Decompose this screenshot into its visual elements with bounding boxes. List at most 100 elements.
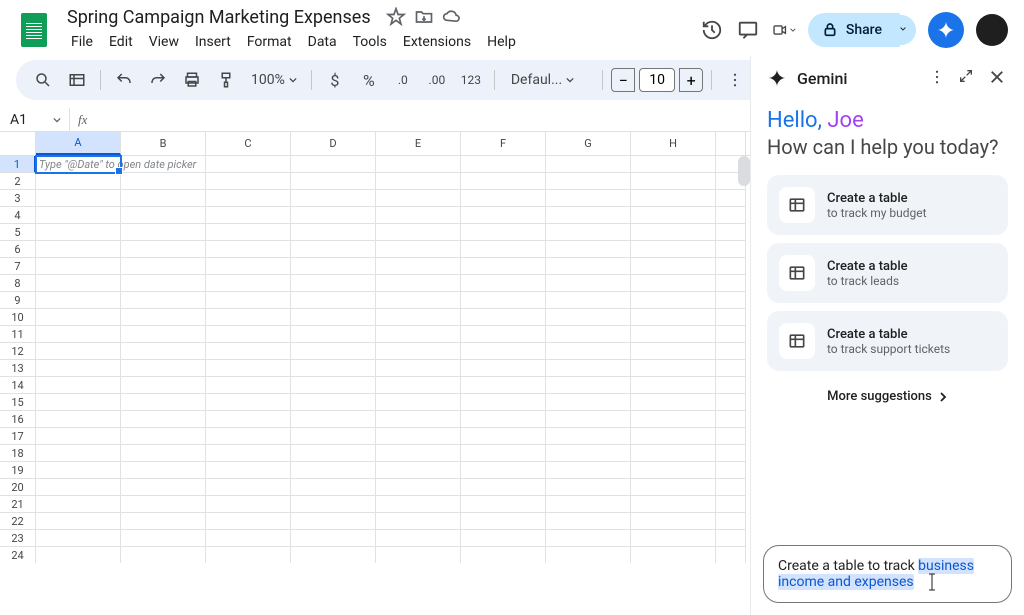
cell[interactable] (461, 326, 546, 343)
share-dropdown[interactable] (890, 15, 916, 45)
row-header[interactable]: 15 (0, 394, 36, 411)
cell[interactable]: Type "@Date" to open date picker (36, 156, 121, 173)
col-header[interactable]: A (36, 132, 121, 155)
cell[interactable] (121, 326, 206, 343)
cell[interactable] (291, 309, 376, 326)
cell[interactable] (716, 496, 746, 513)
col-header[interactable]: G (546, 132, 631, 155)
gemini-more-icon[interactable] (928, 68, 948, 88)
cell[interactable] (461, 207, 546, 224)
cell[interactable] (291, 530, 376, 547)
cell[interactable] (631, 156, 716, 173)
cell[interactable] (36, 513, 121, 530)
cell[interactable] (206, 292, 291, 309)
cell[interactable] (716, 445, 746, 462)
cell[interactable] (376, 241, 461, 258)
menu-view[interactable]: View (142, 30, 186, 54)
cell[interactable] (461, 241, 546, 258)
cell[interactable] (291, 292, 376, 309)
cell[interactable] (716, 207, 746, 224)
cell[interactable] (36, 530, 121, 547)
cell[interactable] (291, 241, 376, 258)
row-header[interactable]: 20 (0, 479, 36, 496)
cell[interactable] (376, 530, 461, 547)
cell[interactable] (121, 377, 206, 394)
cell[interactable] (376, 377, 461, 394)
cell[interactable] (631, 190, 716, 207)
cell[interactable] (121, 513, 206, 530)
font-size-input[interactable] (639, 68, 675, 92)
search-menus-icon[interactable] (28, 65, 58, 95)
cell[interactable] (206, 428, 291, 445)
cell[interactable] (546, 292, 631, 309)
col-header[interactable]: H (631, 132, 716, 155)
cell[interactable] (121, 394, 206, 411)
cell[interactable] (631, 241, 716, 258)
cell[interactable] (376, 224, 461, 241)
cell[interactable] (461, 411, 546, 428)
cell[interactable] (36, 394, 121, 411)
cell[interactable] (631, 275, 716, 292)
cell[interactable] (291, 258, 376, 275)
cell[interactable] (291, 445, 376, 462)
undo-icon[interactable] (109, 65, 139, 95)
cell[interactable] (461, 377, 546, 394)
suggestion-card[interactable]: Create a table to track leads (767, 243, 1008, 303)
menu-format[interactable]: Format (240, 30, 299, 54)
menu-extensions[interactable]: Extensions (396, 30, 478, 54)
cell[interactable] (291, 411, 376, 428)
cell[interactable] (206, 445, 291, 462)
meet-icon[interactable] (772, 18, 796, 42)
cell[interactable] (461, 190, 546, 207)
increase-font-size-button[interactable]: + (679, 68, 703, 92)
cell[interactable] (291, 275, 376, 292)
cell[interactable] (716, 343, 746, 360)
cell[interactable] (631, 343, 716, 360)
cell[interactable] (716, 513, 746, 530)
cell[interactable] (376, 343, 461, 360)
cell[interactable] (291, 428, 376, 445)
cell[interactable] (36, 445, 121, 462)
cell[interactable] (461, 513, 546, 530)
menu-data[interactable]: Data (301, 30, 344, 54)
row-header[interactable]: 3 (0, 190, 36, 207)
cell[interactable] (121, 445, 206, 462)
account-avatar[interactable] (976, 14, 1008, 46)
gemini-close-icon[interactable] (988, 68, 1008, 88)
cell[interactable] (206, 394, 291, 411)
cell[interactable] (206, 411, 291, 428)
cell[interactable] (631, 377, 716, 394)
paint-format-icon[interactable] (211, 65, 241, 95)
cell[interactable] (36, 275, 121, 292)
cell[interactable] (376, 513, 461, 530)
cell[interactable] (631, 547, 716, 563)
row-header[interactable]: 5 (0, 224, 36, 241)
cell[interactable] (461, 343, 546, 360)
cell[interactable] (291, 156, 376, 173)
cell[interactable] (546, 343, 631, 360)
cell[interactable] (631, 173, 716, 190)
gemini-button[interactable] (928, 12, 964, 48)
cell[interactable] (461, 394, 546, 411)
cell[interactable] (376, 479, 461, 496)
cell[interactable] (206, 326, 291, 343)
sheets-logo[interactable] (16, 12, 52, 48)
cell[interactable] (36, 173, 121, 190)
increase-decimal-icon[interactable]: .00 (422, 65, 452, 95)
row-header[interactable]: 4 (0, 207, 36, 224)
font-select[interactable]: Defaul... (503, 65, 594, 95)
cell[interactable] (206, 207, 291, 224)
cell[interactable] (716, 377, 746, 394)
cell[interactable] (716, 275, 746, 292)
cell[interactable] (36, 428, 121, 445)
cell[interactable] (546, 360, 631, 377)
cell[interactable] (206, 360, 291, 377)
cell[interactable] (546, 479, 631, 496)
cell[interactable] (716, 224, 746, 241)
cell[interactable] (376, 258, 461, 275)
cell[interactable] (546, 241, 631, 258)
cell[interactable] (376, 411, 461, 428)
row-header[interactable]: 24 (0, 547, 36, 563)
cell[interactable] (631, 360, 716, 377)
cell[interactable] (546, 428, 631, 445)
